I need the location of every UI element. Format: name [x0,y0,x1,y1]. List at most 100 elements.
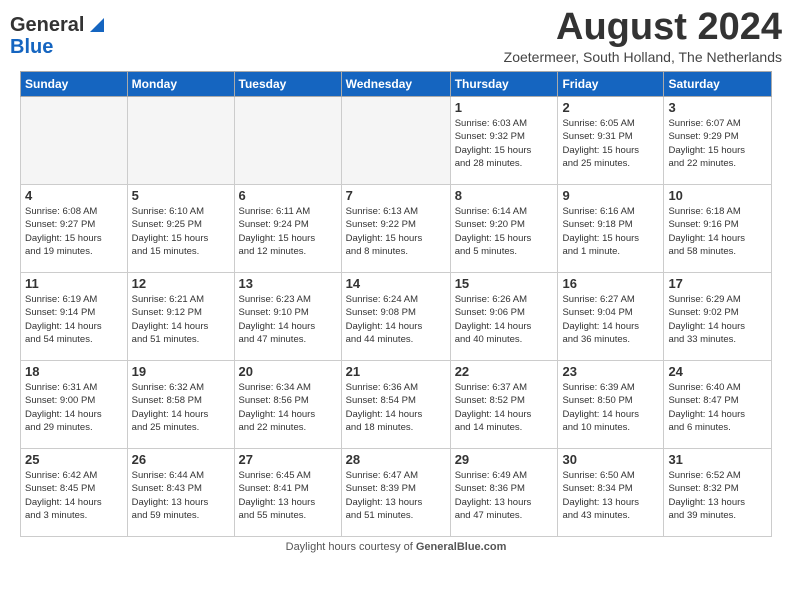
day-info: Sunrise: 6:24 AM Sunset: 9:08 PM Dayligh… [346,293,446,346]
day-number: 3 [668,100,767,115]
day-info: Sunrise: 6:50 AM Sunset: 8:34 PM Dayligh… [562,469,659,522]
day-info: Sunrise: 6:39 AM Sunset: 8:50 PM Dayligh… [562,381,659,434]
calendar-cell: 11Sunrise: 6:19 AM Sunset: 9:14 PM Dayli… [21,273,128,361]
logo-icon [86,14,108,36]
logo-line1: General [10,14,108,36]
day-number: 27 [239,452,337,467]
day-info: Sunrise: 6:23 AM Sunset: 9:10 PM Dayligh… [239,293,337,346]
footer-label: Daylight hours [286,541,356,553]
day-info: Sunrise: 6:08 AM Sunset: 9:27 PM Dayligh… [25,205,123,258]
day-number: 2 [562,100,659,115]
calendar-cell: 31 Sunrise: 6:52 AM Sunset: 8:32 PM Dayli… [664,449,772,537]
day-number: 22 [455,364,554,379]
calendar-cell: 20Sunrise: 6:34 AM Sunset: 8:56 PM Dayli… [234,361,341,449]
day-info: Sunrise: 6:18 AM Sunset: 9:16 PM Dayligh… [668,205,767,258]
day-number: 31 [668,452,767,467]
calendar-cell: 25 Sunrise: 6:42 AM Sunset: 8:45 PM Dayli… [21,449,128,537]
day-info: Sunrise: 6:13 AM Sunset: 9:22 PM Dayligh… [346,205,446,258]
day-number: 18 [25,364,123,379]
calendar-cell: 26 Sunrise: 6:44 AM Sunset: 8:43 PM Dayli… [127,449,234,537]
day-number: 7 [346,188,446,203]
day-number: 4 [25,188,123,203]
calendar-cell: 7 Sunrise: 6:13 AM Sunset: 9:22 PM Daylig… [341,185,450,273]
day-number: 9 [562,188,659,203]
day-number: 26 [132,452,230,467]
day-number: 8 [455,188,554,203]
day-number: 10 [668,188,767,203]
day-info: Sunrise: 6:03 AM Sunset: 9:32 PM Dayligh… [455,117,554,170]
calendar-cell: 24 Sunrise: 6:40 AM Sunset: 8:47 PM Dayli… [664,361,772,449]
location: Zoetermeer, South Holland, The Netherlan… [504,49,782,65]
day-info: Sunrise: 6:34 AM Sunset: 8:56 PM Dayligh… [239,381,337,434]
day-info: Sunrise: 6:29 AM Sunset: 9:02 PM Dayligh… [668,293,767,346]
day-number: 5 [132,188,230,203]
calendar-week-row: 18Sunrise: 6:31 AM Sunset: 9:00 PM Dayli… [21,361,772,449]
day-info: Sunrise: 6:14 AM Sunset: 9:20 PM Dayligh… [455,205,554,258]
weekday-header: Thursday [450,72,558,97]
day-number: 30 [562,452,659,467]
calendar-cell: 30 Sunrise: 6:50 AM Sunset: 8:34 PM Dayli… [558,449,664,537]
footer: Daylight hours courtesy of GeneralBlue.c… [10,541,782,553]
logo: General Blue [10,14,108,58]
day-number: 14 [346,276,446,291]
day-number: 6 [239,188,337,203]
day-info: Sunrise: 6:45 AM Sunset: 8:41 PM Dayligh… [239,469,337,522]
calendar-cell: 14 Sunrise: 6:24 AM Sunset: 9:08 PM Dayli… [341,273,450,361]
calendar-cell: 10 Sunrise: 6:18 AM Sunset: 9:16 PM Dayli… [664,185,772,273]
day-info: Sunrise: 6:07 AM Sunset: 9:29 PM Dayligh… [668,117,767,170]
footer-url: courtesy of GeneralBlue.com [359,541,506,553]
calendar-table: SundayMondayTuesdayWednesdayThursdayFrid… [20,71,772,537]
day-number: 24 [668,364,767,379]
day-info: Sunrise: 6:42 AM Sunset: 8:45 PM Dayligh… [25,469,123,522]
weekday-header: Friday [558,72,664,97]
day-number: 19 [132,364,230,379]
calendar-cell: 2 Sunrise: 6:05 AM Sunset: 9:31 PM Daylig… [558,97,664,185]
calendar-cell: 28 Sunrise: 6:47 AM Sunset: 8:39 PM Dayli… [341,449,450,537]
day-info: Sunrise: 6:19 AM Sunset: 9:14 PM Dayligh… [25,293,123,346]
month-year: August 2024 [504,6,782,49]
weekday-header-row: SundayMondayTuesdayWednesdayThursdayFrid… [21,72,772,97]
calendar-cell: 9 Sunrise: 6:16 AM Sunset: 9:18 PM Daylig… [558,185,664,273]
calendar-cell: 4 Sunrise: 6:08 AM Sunset: 9:27 PM Daylig… [21,185,128,273]
calendar-cell: 16 Sunrise: 6:27 AM Sunset: 9:04 PM Dayli… [558,273,664,361]
calendar-cell: 23 Sunrise: 6:39 AM Sunset: 8:50 PM Dayli… [558,361,664,449]
day-number: 16 [562,276,659,291]
calendar-week-row: 11Sunrise: 6:19 AM Sunset: 9:14 PM Dayli… [21,273,772,361]
calendar-week-row: 1Sunrise: 6:03 AM Sunset: 9:32 PM Daylig… [21,97,772,185]
calendar-cell: 17 Sunrise: 6:29 AM Sunset: 9:02 PM Dayli… [664,273,772,361]
weekday-header: Sunday [21,72,128,97]
day-number: 15 [455,276,554,291]
day-info: Sunrise: 6:11 AM Sunset: 9:24 PM Dayligh… [239,205,337,258]
day-info: Sunrise: 6:47 AM Sunset: 8:39 PM Dayligh… [346,469,446,522]
day-number: 28 [346,452,446,467]
calendar-cell: 5Sunrise: 6:10 AM Sunset: 9:25 PM Daylig… [127,185,234,273]
weekday-header: Wednesday [341,72,450,97]
calendar-cell: 19Sunrise: 6:32 AM Sunset: 8:58 PM Dayli… [127,361,234,449]
calendar-week-row: 25 Sunrise: 6:42 AM Sunset: 8:45 PM Dayli… [21,449,772,537]
calendar-cell [341,97,450,185]
calendar-cell: 29 Sunrise: 6:49 AM Sunset: 8:36 PM Dayli… [450,449,558,537]
day-info: Sunrise: 6:21 AM Sunset: 9:12 PM Dayligh… [132,293,230,346]
day-number: 13 [239,276,337,291]
calendar-cell [21,97,128,185]
calendar-cell: 22 Sunrise: 6:37 AM Sunset: 8:52 PM Dayli… [450,361,558,449]
day-number: 21 [346,364,446,379]
day-info: Sunrise: 6:05 AM Sunset: 9:31 PM Dayligh… [562,117,659,170]
calendar-cell [234,97,341,185]
calendar-cell: 15Sunrise: 6:26 AM Sunset: 9:06 PM Dayli… [450,273,558,361]
calendar-cell [127,97,234,185]
day-number: 17 [668,276,767,291]
title-block: August 2024 Zoetermeer, South Holland, T… [504,6,782,65]
day-info: Sunrise: 6:52 AM Sunset: 8:32 PM Dayligh… [668,469,767,522]
day-info: Sunrise: 6:37 AM Sunset: 8:52 PM Dayligh… [455,381,554,434]
day-number: 23 [562,364,659,379]
day-info: Sunrise: 6:40 AM Sunset: 8:47 PM Dayligh… [668,381,767,434]
day-number: 25 [25,452,123,467]
day-info: Sunrise: 6:44 AM Sunset: 8:43 PM Dayligh… [132,469,230,522]
day-info: Sunrise: 6:16 AM Sunset: 9:18 PM Dayligh… [562,205,659,258]
day-info: Sunrise: 6:27 AM Sunset: 9:04 PM Dayligh… [562,293,659,346]
day-number: 29 [455,452,554,467]
day-info: Sunrise: 6:49 AM Sunset: 8:36 PM Dayligh… [455,469,554,522]
weekday-header: Saturday [664,72,772,97]
calendar-cell: 1Sunrise: 6:03 AM Sunset: 9:32 PM Daylig… [450,97,558,185]
